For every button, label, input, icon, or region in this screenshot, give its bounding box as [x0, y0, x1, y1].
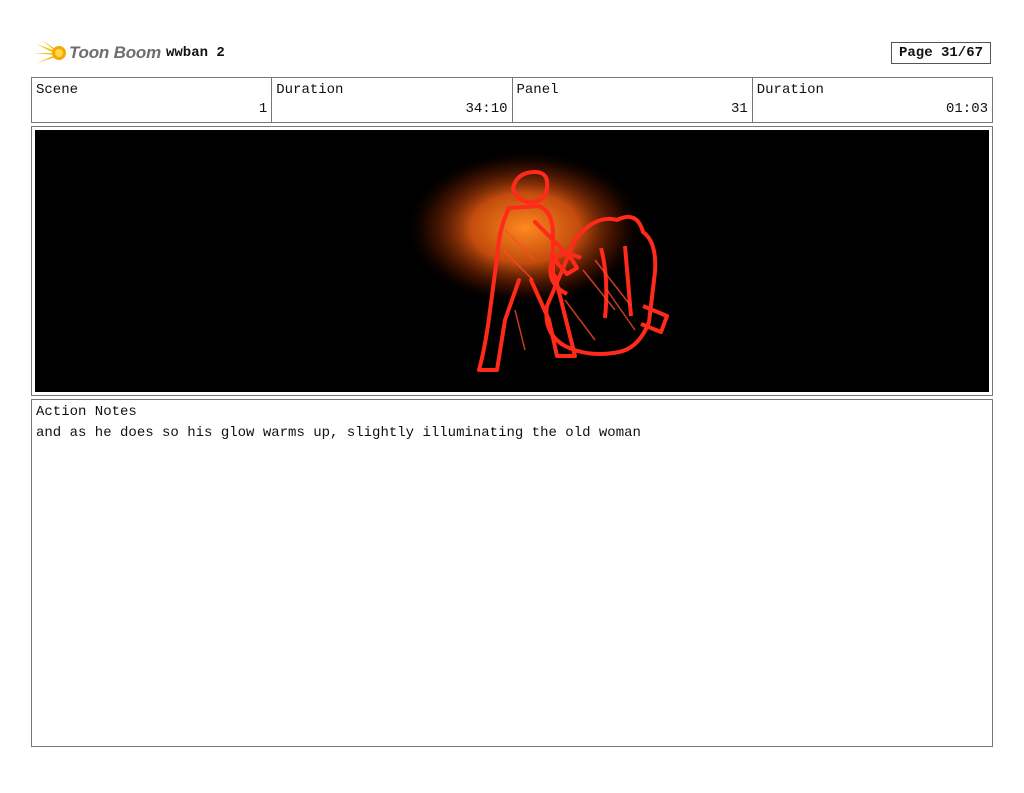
- panel-duration-value: 01:03: [945, 101, 988, 117]
- panel-cell: Panel 31: [513, 78, 753, 122]
- action-notes-label: Action Notes: [36, 404, 137, 420]
- scene-value: 1: [258, 101, 268, 117]
- action-notes-box: Action Notes and as he does so his glow …: [31, 399, 993, 747]
- logo-text: Toon Boom: [69, 43, 161, 62]
- panel-label: Panel: [516, 82, 559, 98]
- page-indicator: Page 31/67: [891, 42, 991, 64]
- scene-duration-cell: Duration 34:10: [272, 78, 513, 122]
- scene-duration-label: Duration: [276, 82, 344, 98]
- logo-comet-icon: [34, 40, 66, 63]
- action-notes-text: and as he does so his glow warms up, sli…: [36, 425, 641, 441]
- scene-label: Scene: [36, 82, 79, 98]
- scene-duration-value: 34:10: [465, 101, 508, 117]
- scene-info-table: Scene 1 Duration 34:10 Panel 31 Duration…: [31, 77, 993, 123]
- panel-duration-label: Duration: [756, 82, 824, 98]
- storyboard-panel-image: [35, 130, 989, 392]
- glowing-figure-sketch-icon: [405, 150, 669, 372]
- panel-duration-cell: Duration 01:03: [753, 78, 992, 122]
- panel-value: 31: [730, 101, 748, 117]
- project-title: wwban 2: [166, 45, 225, 61]
- toon-boom-logo: Toon Boom: [34, 38, 161, 68]
- storyboard-panel-frame: [31, 126, 993, 396]
- scene-cell: Scene 1: [32, 78, 273, 122]
